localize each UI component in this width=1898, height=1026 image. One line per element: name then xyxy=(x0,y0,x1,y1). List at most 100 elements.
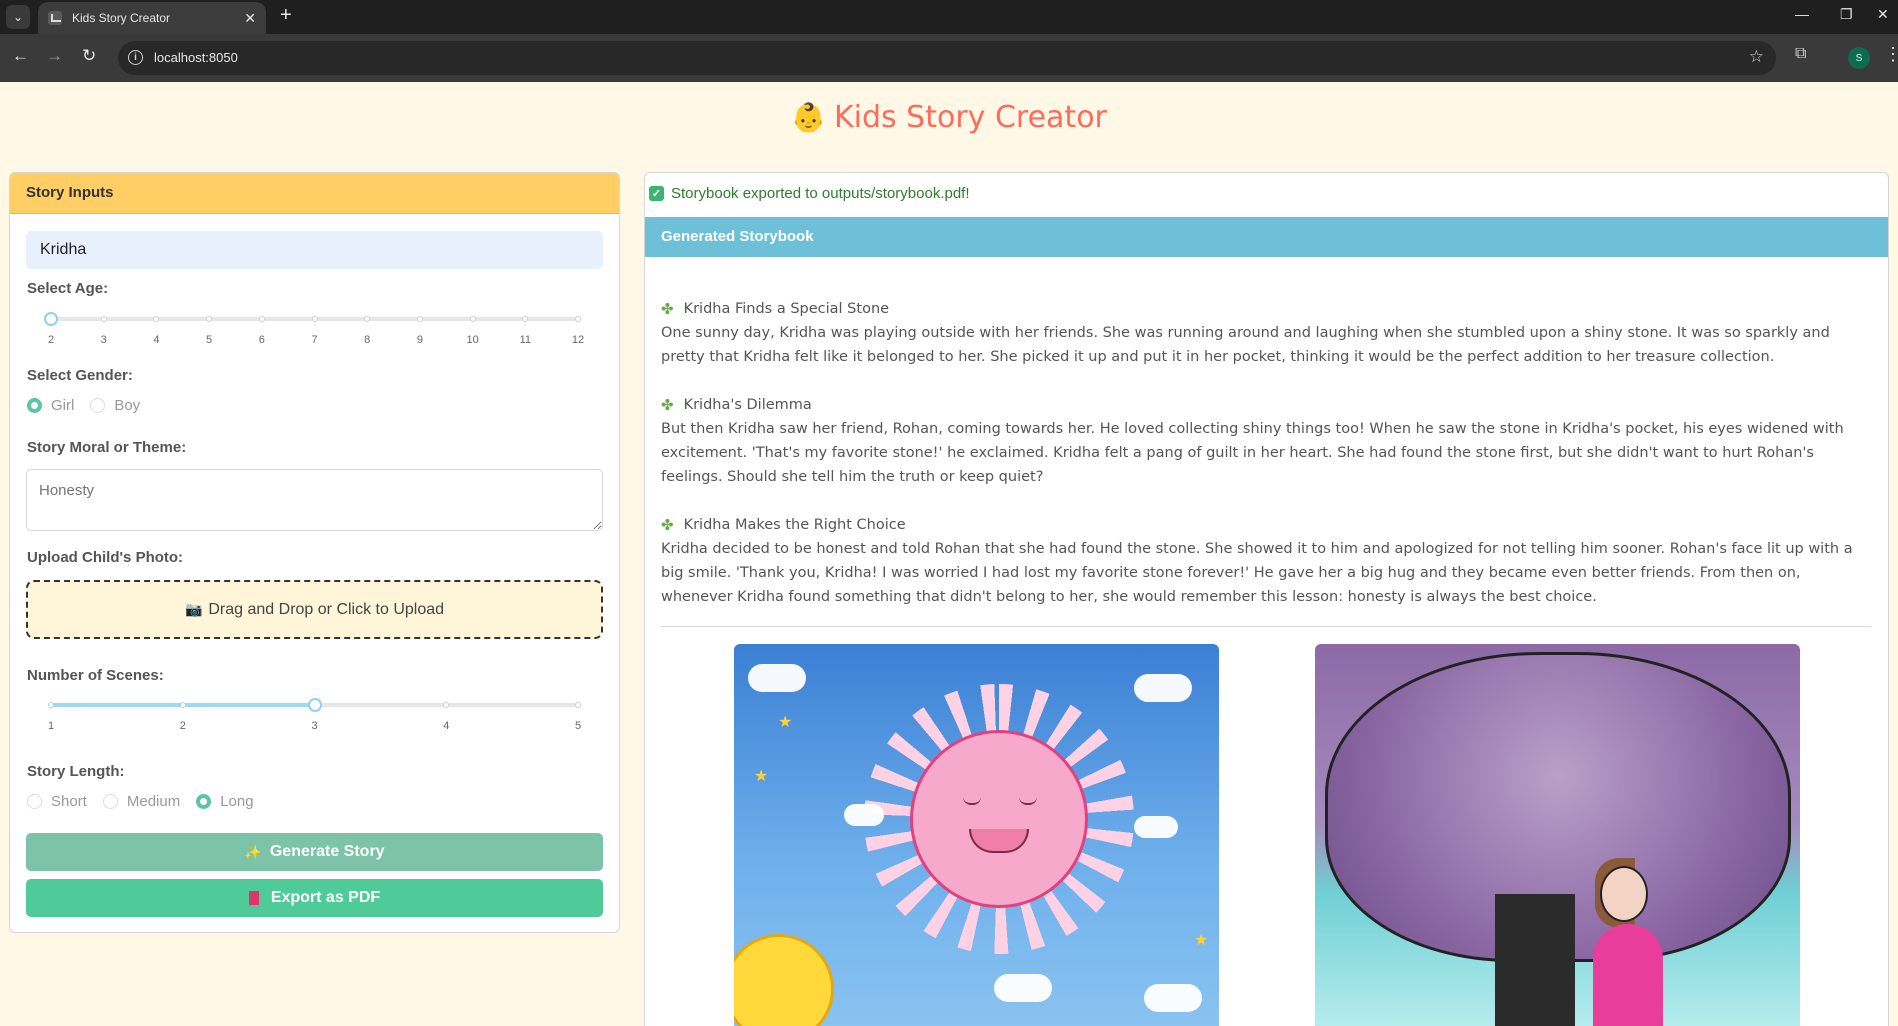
gender-option-girl[interactable]: Girl xyxy=(27,397,74,414)
url-field[interactable]: i localhost:8050 ☆ xyxy=(118,41,1776,75)
clover-icon: ✤ xyxy=(661,300,674,318)
radio-label: Boy xyxy=(114,397,141,414)
export-pdf-label: Export as PDF xyxy=(270,889,381,906)
radio-button[interactable] xyxy=(90,398,106,413)
slider-dot xyxy=(311,316,318,322)
sun-mouth-shape xyxy=(969,829,1029,853)
slider-mark-label: 10 xyxy=(466,334,479,346)
girl-head-shape xyxy=(1600,866,1648,922)
small-sun-shape xyxy=(734,934,834,1026)
slider-mark-label: 11 xyxy=(519,334,531,346)
child-name-input[interactable] xyxy=(26,231,603,269)
browser-menu-icon[interactable]: ⋮ xyxy=(1884,44,1898,65)
scene-paragraph: Kridha decided to be honest and told Roh… xyxy=(661,541,1853,605)
slider-mark-label: 9 xyxy=(416,334,423,346)
export-pdf-button[interactable]: Export as PDF xyxy=(26,879,603,917)
restore-icon[interactable]: ❐ xyxy=(1840,6,1853,23)
story-scene: ✤ Kridha's Dilemma But then Kridha saw her… xyxy=(661,393,1871,489)
star-icon: ★ xyxy=(1194,932,1209,949)
scene-paragraph: One sunny day, Kridha was playing outsid… xyxy=(661,325,1830,365)
browser-tab[interactable]: Kids Story Creator ✕ xyxy=(38,2,266,34)
slider-mark-label: 3 xyxy=(100,334,107,346)
address-bar: ← → ↻ i localhost:8050 ☆ ⧉ S ⋮ xyxy=(0,34,1898,82)
sun-eye-shape xyxy=(963,797,981,805)
girl-dress-shape xyxy=(1593,924,1663,1026)
length-option-long[interactable]: Long xyxy=(196,793,254,810)
generate-story-label: Generate Story xyxy=(269,843,385,860)
age-slider[interactable]: 2 3 4 5 6 7 8 9 10 11 12 xyxy=(44,309,591,346)
page-title-text: Kids Story Creator xyxy=(833,100,1107,135)
radio-button[interactable] xyxy=(27,398,42,413)
cloud-shape xyxy=(1144,984,1202,1012)
slider-mark-label: 2 xyxy=(47,334,55,346)
slider-handle[interactable] xyxy=(307,698,322,712)
storybook-output-card: ✓ Storybook exported to outputs/storyboo… xyxy=(644,172,1889,1026)
tab-search-chevron-icon[interactable]: ⌄ xyxy=(6,5,30,29)
cloud-shape xyxy=(1134,816,1178,838)
close-window-icon[interactable]: ✕ xyxy=(1877,6,1889,23)
slider-dot xyxy=(443,702,450,708)
page-title: 👶 Kids Story Creator xyxy=(0,100,1898,135)
slider-handle[interactable] xyxy=(44,312,58,326)
sun-eye-shape xyxy=(1019,797,1037,805)
forward-icon[interactable]: → xyxy=(46,46,63,66)
slider-dot xyxy=(575,316,581,322)
slider-mark-label: 1 xyxy=(47,720,55,732)
export-success-message: ✓ Storybook exported to outputs/storyboo… xyxy=(649,185,970,202)
radio-button[interactable] xyxy=(102,794,118,809)
slider-dot xyxy=(179,702,186,708)
tab-title: Kids Story Creator xyxy=(72,11,171,25)
photo-upload-dropzone[interactable]: 📷 Drag and Drop or Click to Upload xyxy=(26,580,603,639)
new-tab-icon[interactable]: + xyxy=(280,4,292,27)
story-scene: ✤ Kridha Finds a Special Stone One sunny d… xyxy=(661,297,1871,369)
profile-avatar[interactable]: S xyxy=(1848,47,1870,69)
star-icon: ★ xyxy=(754,768,769,785)
gender-label: Select Gender: xyxy=(27,367,133,384)
smiling-sun-shape xyxy=(910,730,1088,908)
story-scene: ✤ Kridha Makes the Right Choice Kridha dec… xyxy=(661,513,1871,609)
scenes-label: Number of Scenes: xyxy=(27,667,164,684)
slider-mark-label: 8 xyxy=(364,334,371,346)
cloud-shape xyxy=(994,974,1052,1002)
moral-input[interactable] xyxy=(26,469,603,531)
story-text: ✤ Kridha Finds a Special Stone One sunny d… xyxy=(661,297,1871,633)
sparkles-icon: ✨ xyxy=(244,843,262,860)
slider-dot xyxy=(153,316,160,322)
length-radio-group: Short Medium Long xyxy=(27,793,270,810)
bookmark-star-icon[interactable]: ☆ xyxy=(1749,47,1764,67)
scene-title-text: Kridha Makes the Right Choice xyxy=(683,517,906,533)
minimize-icon[interactable]: — xyxy=(1795,6,1809,22)
slider-dot xyxy=(206,316,213,322)
length-option-medium[interactable]: Medium xyxy=(102,793,180,810)
slider-mark-label: 3 xyxy=(311,720,318,732)
reload-icon[interactable]: ↻ xyxy=(82,46,96,66)
extensions-icon[interactable]: ⧉ xyxy=(1795,45,1806,63)
site-info-icon[interactable]: i xyxy=(128,50,143,65)
scenes-slider[interactable]: 1 2 3 4 5 xyxy=(48,695,591,732)
radio-button[interactable] xyxy=(196,794,212,809)
slider-dot xyxy=(522,316,529,322)
clover-icon: ✤ xyxy=(661,516,674,534)
slider-dot xyxy=(100,316,107,322)
back-icon[interactable]: ← xyxy=(12,46,29,66)
length-label: Story Length: xyxy=(27,763,125,780)
scene-title: ✤ Kridha's Dilemma xyxy=(661,393,1871,417)
book-icon xyxy=(248,891,259,905)
gender-option-boy[interactable]: Boy xyxy=(90,397,140,414)
radio-button[interactable] xyxy=(27,794,42,809)
story-inputs-card: Story Inputs Select Age: 23456789101112 … xyxy=(9,172,620,933)
close-tab-icon[interactable]: ✕ xyxy=(244,10,256,27)
scene-title-text: Kridha's Dilemma xyxy=(683,397,812,413)
radio-label: Short xyxy=(51,793,87,810)
scene-title-text: Kridha Finds a Special Stone xyxy=(683,301,890,317)
length-option-short[interactable]: Short xyxy=(27,793,87,810)
moral-label: Story Moral or Theme: xyxy=(27,439,187,456)
slider-mark-label: 4 xyxy=(153,334,160,346)
slider-dot xyxy=(364,316,371,322)
scene-title: ✤ Kridha Makes the Right Choice xyxy=(661,513,1871,537)
slider-dot xyxy=(416,316,423,322)
slider-mark-label: 4 xyxy=(443,720,450,732)
scene-illustration-sun: ★ ★ ★ xyxy=(734,644,1219,1026)
generate-story-button[interactable]: ✨ Generate Story xyxy=(26,833,603,871)
gender-radio-group: Girl Boy xyxy=(27,397,156,414)
